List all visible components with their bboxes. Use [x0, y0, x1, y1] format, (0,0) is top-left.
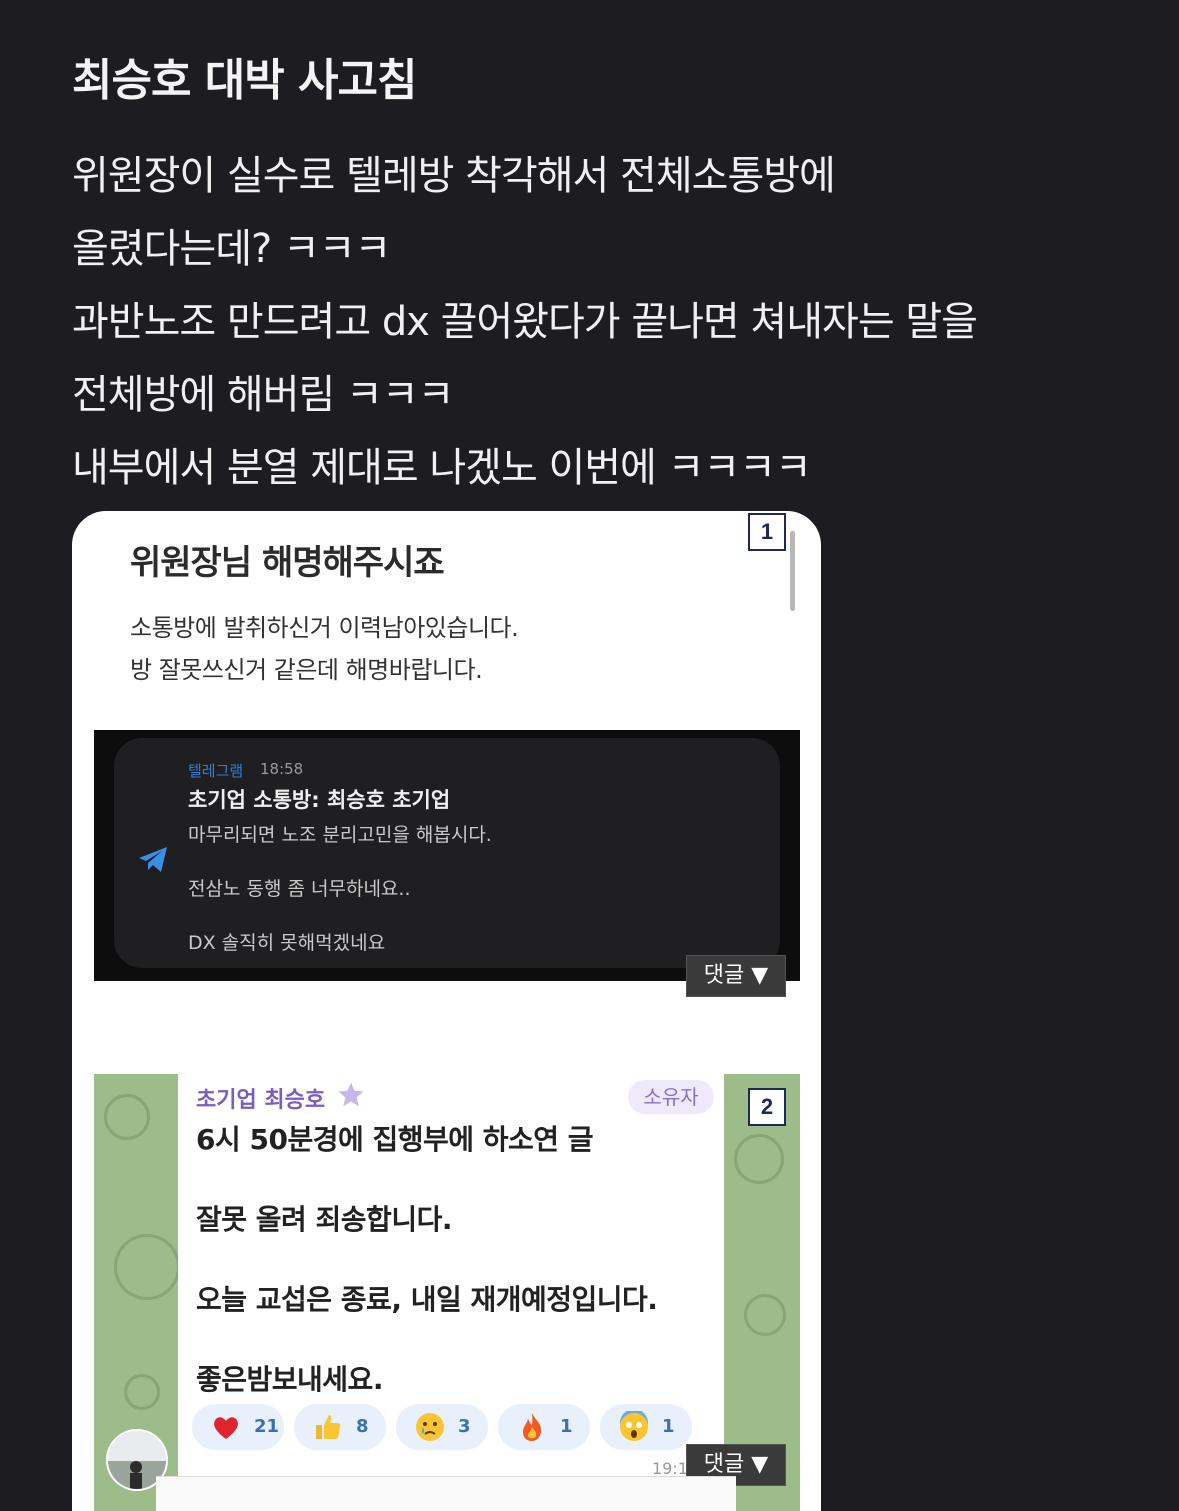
notification-app-name: 텔레그램: [188, 762, 244, 780]
reaction-crying[interactable]: 3: [396, 1404, 488, 1450]
background-doodle: [734, 1134, 784, 1184]
question-line: 소통방에 발취하신거 이력남아있습니다.: [130, 614, 519, 642]
question-line: 방 잘못쓰신거 같은데 해명바랍니다.: [130, 656, 483, 684]
notification-time: 18:58: [260, 760, 304, 778]
chat-message-bubble: 초기업 최승호 소유자 6시 50분경에 집행부에 하소연 글 잘못 올려 죄송…: [178, 1074, 724, 1511]
notification-line: 마무리되면 노조 분리고민을 해봅시다.: [188, 824, 492, 846]
notification-sender: 초기업 소통방: 최승호 초기업: [188, 788, 451, 812]
post-line: 위원장이 실수로 텔레방 착각해서 전체소통방에: [72, 153, 836, 199]
post-title: 최승호 대박 사고침: [72, 55, 417, 106]
background-doodle: [114, 1234, 180, 1300]
reaction-screaming[interactable]: 1: [600, 1404, 692, 1450]
notification-line: 전삼노 동행 좀 너무하네요..: [188, 878, 411, 900]
post-line: 내부에서 분열 제대로 나겠노 이번에 ㅋㅋㅋㅋ: [72, 445, 812, 491]
reaction-count: 1: [662, 1416, 675, 1437]
telegram-icon: [139, 847, 167, 872]
background-doodle: [744, 1294, 786, 1336]
post-line: 올렸다는데? ㅋㅋㅋ: [72, 226, 391, 272]
background-doodle: [104, 1094, 150, 1140]
crying-face-icon: [416, 1413, 444, 1441]
reaction-thumbs-up[interactable]: 8: [294, 1404, 386, 1450]
page-number-badge: 1: [748, 513, 786, 551]
telegram-notification-screenshot: 텔레그램 18:58 초기업 소통방: 최승호 초기업 마무리되면 노조 분리고…: [94, 730, 800, 981]
chat-sender-name: 초기업 최승호: [196, 1088, 326, 1113]
chat-line: 오늘 교섭은 종료, 내일 재개예정입니다.: [196, 1283, 658, 1316]
telegram-chat-screenshot: 초기업 최승호 소유자 6시 50분경에 집행부에 하소연 글 잘못 올려 죄송…: [94, 1074, 800, 1511]
post-line: 과반노조 만드려고 dx 끌어왔다가 끝나면 쳐내자는 말을: [72, 299, 978, 345]
star-icon: [338, 1082, 364, 1107]
post-line: 전체방에 해버림 ㅋㅋㅋ: [72, 372, 454, 418]
screaming-face-icon: [620, 1411, 648, 1441]
chat-line: 6시 50분경에 집행부에 하소연 글: [196, 1123, 594, 1156]
chat-line: 좋은밤보내세요.: [196, 1363, 383, 1396]
reaction-count: 21: [254, 1416, 280, 1437]
chat-line: 잘못 올려 죄송합니다.: [196, 1203, 452, 1236]
comment-button[interactable]: 댓글 ▼: [686, 955, 786, 997]
post-body: 위원장이 실수로 텔레방 착각해서 전체소통방에 올렸다는데? ㅋㅋㅋ 과반노조…: [72, 140, 1152, 505]
question-title: 위원장님 해명해주시죠: [130, 543, 445, 583]
thumbs-up-icon: [316, 1415, 341, 1439]
reaction-count: 8: [356, 1416, 369, 1437]
question-body: 소통방에 발취하신거 이력남아있습니다. 방 잘못쓰신거 같은데 해명바랍니다.: [130, 607, 519, 691]
reaction-count: 1: [560, 1416, 573, 1437]
reaction-fire[interactable]: 1: [498, 1404, 590, 1450]
heart-icon: [214, 1417, 238, 1439]
screenshot-card: 1 위원장님 해명해주시죠 소통방에 발취하신거 이력남아있습니다. 방 잘못쓰…: [72, 511, 821, 1511]
background-doodle: [124, 1374, 160, 1410]
notification-line: DX 솔직히 못해먹겠네요: [188, 932, 386, 954]
page-number-badge: 2: [748, 1088, 786, 1126]
reaction-count: 3: [458, 1416, 471, 1437]
owner-tag: 소유자: [628, 1080, 714, 1114]
telegram-notification: 텔레그램 18:58 초기업 소통방: 최승호 초기업 마무리되면 노조 분리고…: [114, 738, 780, 968]
scrollbar-thumb[interactable]: [790, 531, 795, 611]
reaction-heart[interactable]: 21: [192, 1404, 284, 1450]
fire-icon: [523, 1413, 542, 1441]
